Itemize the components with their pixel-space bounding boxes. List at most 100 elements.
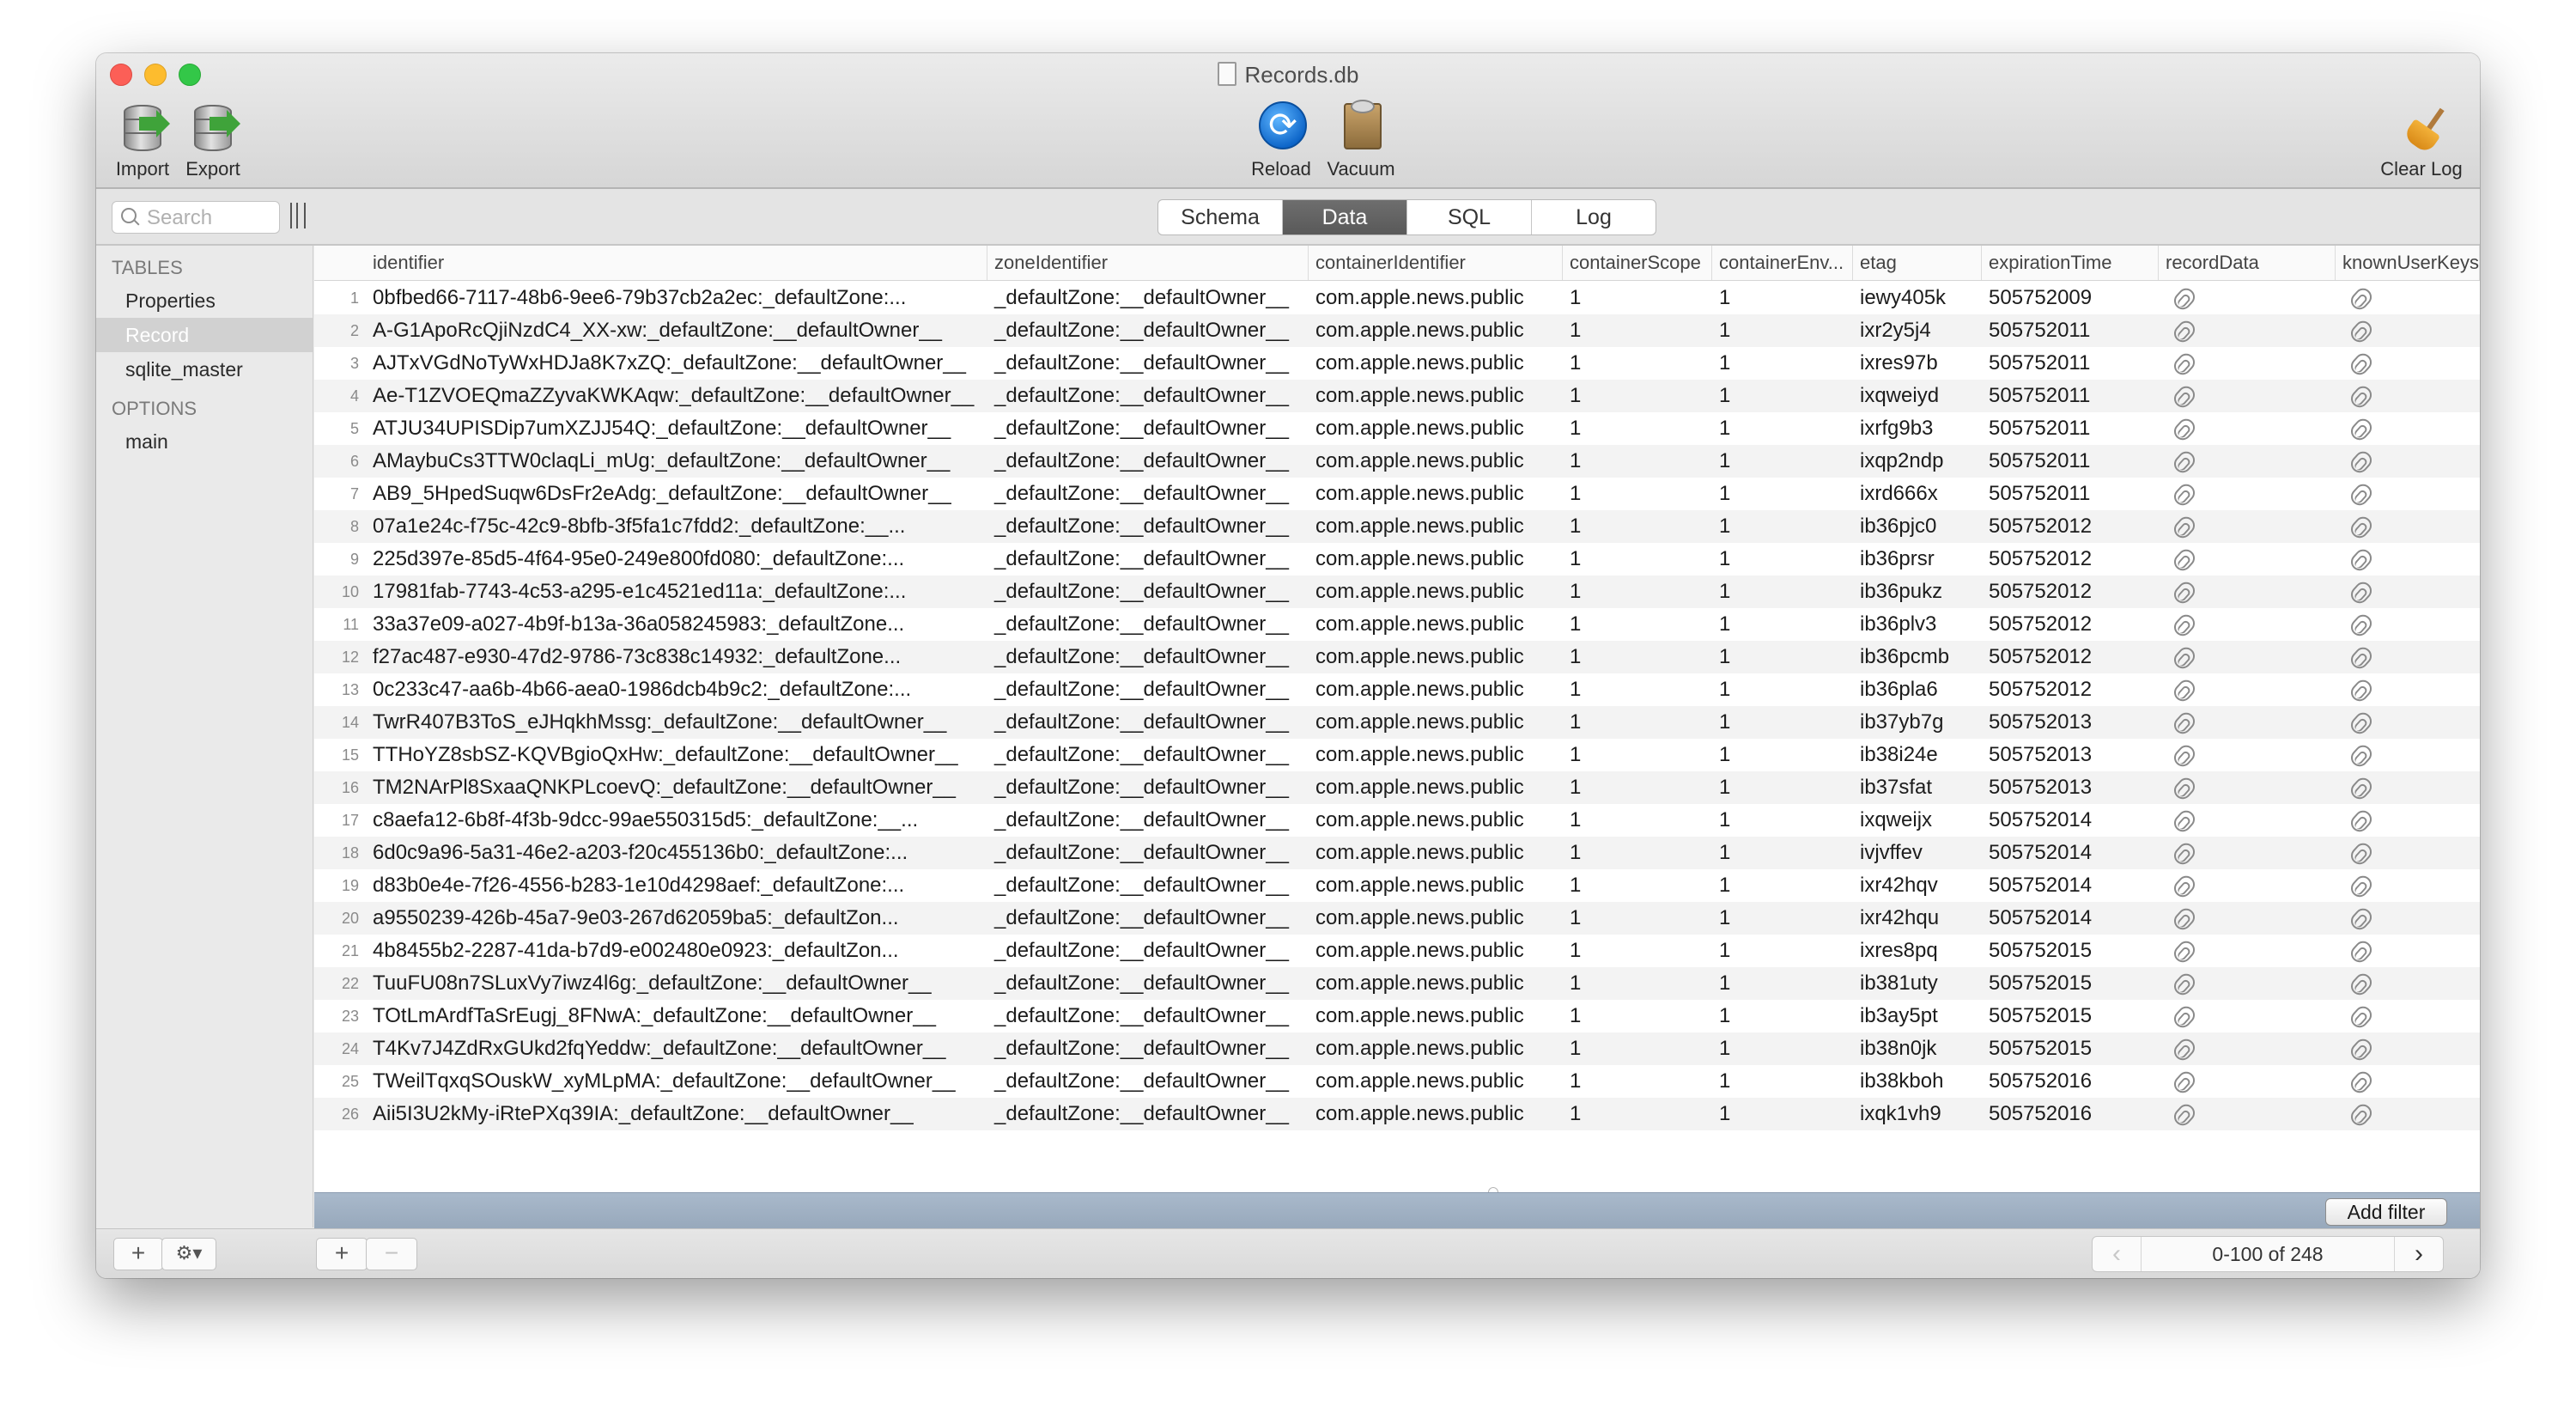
cell-expiration-time[interactable]: 505752012: [1982, 576, 2159, 608]
cell-etag[interactable]: ib38kboh: [1853, 1065, 1982, 1098]
cell-identifier[interactable]: AB9_5HpedSuqw6DsFr2eAdg:_defaultZone:__d…: [366, 478, 987, 510]
cell-zone-identifier[interactable]: _defaultZone:__defaultOwner__: [987, 967, 1309, 1000]
sidebar-item-record[interactable]: Record: [96, 318, 313, 352]
cell-container-scope[interactable]: 1: [1563, 1032, 1712, 1065]
cell-expiration-time[interactable]: 505752012: [1982, 641, 2159, 673]
cell-zone-identifier[interactable]: _defaultZone:__defaultOwner__: [987, 380, 1309, 412]
cell-expiration-time[interactable]: 505752011: [1982, 347, 2159, 380]
cell-known-user-keys[interactable]: [2336, 869, 2480, 902]
cell-container-identifier[interactable]: com.apple.news.public: [1309, 380, 1563, 412]
cell-identifier[interactable]: TOtLmArdfTaSrEugj_8FNwA:_defaultZone:__d…: [366, 1000, 987, 1032]
cell-zone-identifier[interactable]: _defaultZone:__defaultOwner__: [987, 608, 1309, 641]
cell-container-env[interactable]: 1: [1712, 869, 1853, 902]
sidebar-item-properties[interactable]: Properties: [96, 283, 313, 318]
column-header-container-env[interactable]: containerEnv...: [1712, 246, 1853, 280]
cell-container-scope[interactable]: 1: [1563, 771, 1712, 804]
cell-zone-identifier[interactable]: _defaultZone:__defaultOwner__: [987, 347, 1309, 380]
table-row[interactable]: 25 TWeilTqxqSOuskW_xyMLpMA:_defaultZone:_…: [314, 1065, 2480, 1098]
cell-zone-identifier[interactable]: _defaultZone:__defaultOwner__: [987, 1065, 1309, 1098]
cell-zone-identifier[interactable]: _defaultZone:__defaultOwner__: [987, 478, 1309, 510]
cell-known-user-keys[interactable]: [2336, 804, 2480, 837]
cell-expiration-time[interactable]: 505752011: [1982, 412, 2159, 445]
cell-record-data[interactable]: [2159, 1032, 2330, 1065]
cell-container-scope[interactable]: 1: [1563, 282, 1712, 314]
cell-known-user-keys[interactable]: [2336, 1000, 2480, 1032]
cell-container-scope[interactable]: 1: [1563, 869, 1712, 902]
remove-row-button[interactable]: −: [366, 1238, 417, 1270]
cell-identifier[interactable]: Ae-T1ZVOEQmaZZyvaKWKAqw:_defaultZone:__d…: [366, 380, 987, 412]
cell-etag[interactable]: ixqp2ndp: [1853, 445, 1982, 478]
cell-container-scope[interactable]: 1: [1563, 706, 1712, 739]
sidebar-item-sqlite-master[interactable]: sqlite_master: [96, 352, 313, 387]
cell-container-identifier[interactable]: com.apple.news.public: [1309, 608, 1563, 641]
cell-zone-identifier[interactable]: _defaultZone:__defaultOwner__: [987, 641, 1309, 673]
cell-container-scope[interactable]: 1: [1563, 347, 1712, 380]
cell-container-env[interactable]: 1: [1712, 347, 1853, 380]
cell-container-identifier[interactable]: com.apple.news.public: [1309, 576, 1563, 608]
cell-zone-identifier[interactable]: _defaultZone:__defaultOwner__: [987, 412, 1309, 445]
cell-expiration-time[interactable]: 505752014: [1982, 804, 2159, 837]
cell-container-identifier[interactable]: com.apple.news.public: [1309, 445, 1563, 478]
cell-record-data[interactable]: [2159, 771, 2330, 804]
cell-zone-identifier[interactable]: _defaultZone:__defaultOwner__: [987, 771, 1309, 804]
add-table-button[interactable]: +: [113, 1238, 163, 1270]
cell-etag[interactable]: ixr2y5j4: [1853, 314, 1982, 347]
cell-expiration-time[interactable]: 505752013: [1982, 706, 2159, 739]
cell-container-scope[interactable]: 1: [1563, 902, 1712, 935]
cell-container-env[interactable]: 1: [1712, 641, 1853, 673]
import-button[interactable]: Import: [108, 101, 177, 180]
cell-container-env[interactable]: 1: [1712, 1032, 1853, 1065]
cell-etag[interactable]: ib36pcmb: [1853, 641, 1982, 673]
cell-known-user-keys[interactable]: [2336, 380, 2480, 412]
table-row[interactable]: 24 T4Kv7J4ZdRxGUkd2fqYeddw:_defaultZone:_…: [314, 1032, 2480, 1065]
cell-known-user-keys[interactable]: [2336, 510, 2480, 543]
cell-container-env[interactable]: 1: [1712, 1065, 1853, 1098]
cell-container-env[interactable]: 1: [1712, 1098, 1853, 1130]
table-row[interactable]: 15 TTHoYZ8sbSZ-KQVBgioQxHw:_defaultZone:_…: [314, 739, 2480, 771]
cell-record-data[interactable]: [2159, 478, 2330, 510]
vacuum-button[interactable]: Vacuum: [1314, 100, 1408, 180]
cell-zone-identifier[interactable]: _defaultZone:__defaultOwner__: [987, 869, 1309, 902]
cell-record-data[interactable]: [2159, 641, 2330, 673]
cell-container-identifier[interactable]: com.apple.news.public: [1309, 282, 1563, 314]
cell-identifier[interactable]: c8aefa12-6b8f-4f3b-9dcc-99ae550315d5:_de…: [366, 804, 987, 837]
cell-zone-identifier[interactable]: _defaultZone:__defaultOwner__: [987, 314, 1309, 347]
cell-known-user-keys[interactable]: [2336, 837, 2480, 869]
cell-identifier[interactable]: d83b0e4e-7f26-4556-b283-1e10d4298aef:_de…: [366, 869, 987, 902]
cell-container-identifier[interactable]: com.apple.news.public: [1309, 641, 1563, 673]
cell-expiration-time[interactable]: 505752016: [1982, 1065, 2159, 1098]
table-row[interactable]: 26 Aii5I3U2kMy-iRtePXq39IA:_defaultZone:_…: [314, 1098, 2480, 1130]
cell-known-user-keys[interactable]: [2336, 739, 2480, 771]
cell-container-identifier[interactable]: com.apple.news.public: [1309, 739, 1563, 771]
table-row[interactable]: 4 Ae-T1ZVOEQmaZZyvaKWKAqw:_defaultZone:__…: [314, 380, 2480, 412]
cell-zone-identifier[interactable]: _defaultZone:__defaultOwner__: [987, 706, 1309, 739]
cell-zone-identifier[interactable]: _defaultZone:__defaultOwner__: [987, 804, 1309, 837]
cell-expiration-time[interactable]: 505752014: [1982, 902, 2159, 935]
cell-container-identifier[interactable]: com.apple.news.public: [1309, 837, 1563, 869]
cell-known-user-keys[interactable]: [2336, 771, 2480, 804]
cell-etag[interactable]: ib36pukz: [1853, 576, 1982, 608]
cell-container-env[interactable]: 1: [1712, 804, 1853, 837]
cell-container-scope[interactable]: 1: [1563, 1098, 1712, 1130]
cell-container-scope[interactable]: 1: [1563, 804, 1712, 837]
cell-etag[interactable]: ib38n0jk: [1853, 1032, 1982, 1065]
cell-container-identifier[interactable]: com.apple.news.public: [1309, 804, 1563, 837]
cell-record-data[interactable]: [2159, 739, 2330, 771]
cell-expiration-time[interactable]: 505752012: [1982, 543, 2159, 576]
table-row[interactable]: 9 225d397e-85d5-4f64-95e0-249e800fd080:_d…: [314, 543, 2480, 576]
cell-identifier[interactable]: 225d397e-85d5-4f64-95e0-249e800fd080:_de…: [366, 543, 987, 576]
column-header-expiration-time[interactable]: expirationTime: [1982, 246, 2159, 280]
cell-known-user-keys[interactable]: [2336, 641, 2480, 673]
cell-etag[interactable]: ixqweiyd: [1853, 380, 1982, 412]
cell-container-scope[interactable]: 1: [1563, 510, 1712, 543]
cell-container-scope[interactable]: 1: [1563, 608, 1712, 641]
cell-expiration-time[interactable]: 505752012: [1982, 510, 2159, 543]
cell-identifier[interactable]: 6d0c9a96-5a31-46e2-a203-f20c455136b0:_de…: [366, 837, 987, 869]
cell-container-scope[interactable]: 1: [1563, 576, 1712, 608]
cell-expiration-time[interactable]: 505752013: [1982, 739, 2159, 771]
cell-known-user-keys[interactable]: [2336, 706, 2480, 739]
cell-record-data[interactable]: [2159, 347, 2330, 380]
cell-identifier[interactable]: 0bfbed66-7117-48b6-9ee6-79b37cb2a2ec:_de…: [366, 282, 987, 314]
cell-zone-identifier[interactable]: _defaultZone:__defaultOwner__: [987, 445, 1309, 478]
tab-sql[interactable]: SQL: [1406, 200, 1531, 234]
